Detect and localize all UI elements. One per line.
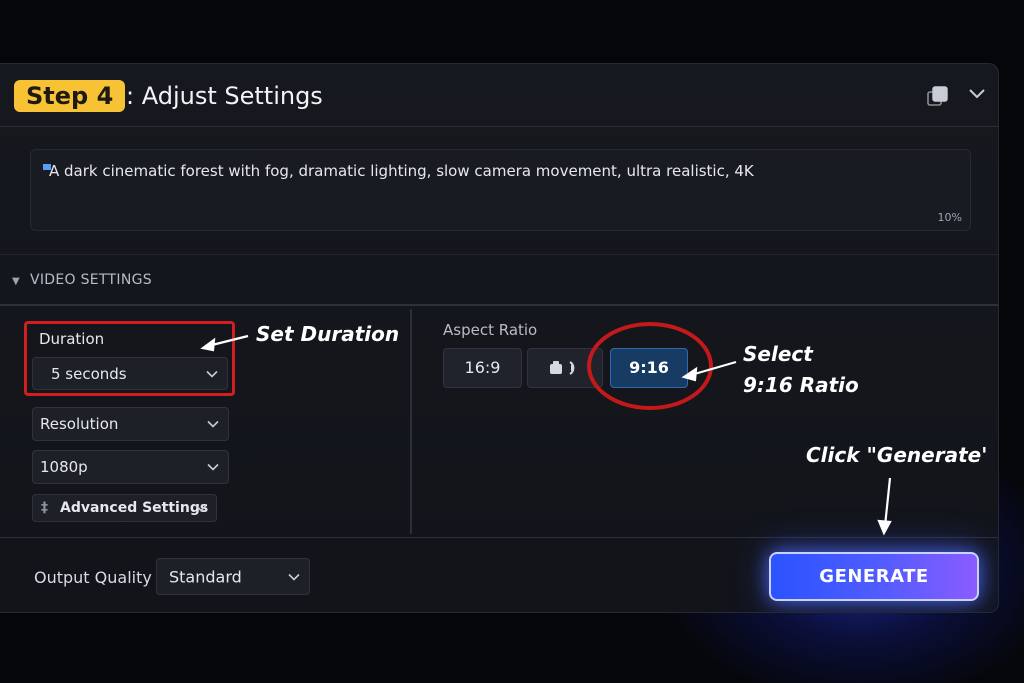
aspect-ratio-highlight-circle (587, 322, 713, 410)
resolution-value: 1080p (40, 458, 88, 476)
advanced-settings-button[interactable]: ‡ Advanced Settings (32, 494, 217, 522)
duration-highlight (24, 321, 235, 396)
aspect-16-9-label: 16:9 (464, 358, 501, 377)
output-quality-label: Output Quality (34, 568, 152, 587)
output-quality-value: Standard (169, 567, 242, 586)
video-settings-toggle[interactable]: ▼ VIDEO SETTINGS (12, 272, 152, 288)
step-badge: Step 4 (14, 80, 126, 112)
select-ratio-annotation-line1: Select (743, 342, 813, 366)
prompt-textarea[interactable]: A dark cinematic forest with fog, dramat… (30, 149, 971, 231)
set-duration-annotation: Set Duration (256, 322, 400, 346)
section-title: VIDEO SETTINGS (30, 272, 152, 288)
divider (0, 254, 998, 255)
camera-rotate-icon (550, 361, 575, 375)
prompt-text: A dark cinematic forest with fog, dramat… (49, 162, 754, 180)
panel-header: Step 4 : Adjust Settings (0, 64, 998, 127)
resolution-value-dropdown[interactable]: 1080p (32, 450, 229, 484)
divider (0, 537, 998, 538)
copy-icon[interactable] (926, 84, 950, 108)
aspect-ratio-label: Aspect Ratio (443, 321, 538, 339)
prompt-counter: 10% (937, 211, 962, 224)
chevron-down-icon (207, 420, 219, 428)
settings-panel: Step 4 : Adjust Settings A dark cinemati… (0, 63, 999, 613)
page-title: : Adjust Settings (126, 82, 323, 110)
advanced-settings-label: Advanced Settings (60, 500, 209, 516)
chevron-down-icon (207, 463, 219, 471)
select-ratio-annotation-line2: 9:16 Ratio (743, 373, 859, 397)
drag-handle-icon: ‡ (41, 500, 48, 516)
generate-button[interactable]: GENERATE (769, 552, 979, 601)
aspect-16-9-button[interactable]: 16:9 (443, 348, 522, 388)
chevron-down-icon[interactable] (968, 86, 986, 100)
chevron-down-icon (195, 504, 207, 512)
caret-down-icon: ▼ (12, 276, 20, 287)
chevron-down-icon (288, 573, 300, 581)
resolution-label: Resolution (40, 415, 119, 433)
output-quality-dropdown[interactable]: Standard (156, 558, 310, 595)
divider (0, 304, 998, 306)
resolution-dropdown[interactable]: Resolution (32, 407, 229, 441)
column-divider (410, 309, 412, 534)
click-generate-annotation: Click "Generate' (806, 443, 988, 467)
